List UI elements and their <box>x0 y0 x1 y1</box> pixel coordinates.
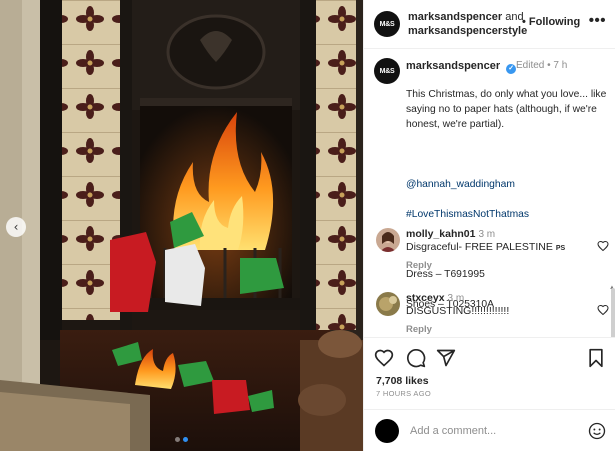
mention-link[interactable]: @hannah_waddingham <box>406 177 615 192</box>
fireplace-image <box>0 0 363 451</box>
like-heart-icon[interactable] <box>374 348 394 368</box>
reply-button[interactable]: Reply <box>406 324 432 335</box>
comment-text-body: Disgraceful- FREE PALESTINE <box>406 241 553 253</box>
likes-count[interactable]: 7,708 likes <box>376 375 429 387</box>
account-name-primary[interactable]: marksandspencer <box>408 11 502 23</box>
current-user-avatar <box>375 419 399 443</box>
carousel-dots <box>0 437 363 442</box>
emoji-icon[interactable] <box>588 422 606 440</box>
chevron-left-icon: ‹ <box>13 220 19 234</box>
more-options-button[interactable]: ••• <box>589 12 606 29</box>
commenter-avatar[interactable] <box>376 292 400 316</box>
post-time[interactable]: 7 HOURS AGO <box>376 389 431 398</box>
avatar-text: M&S <box>379 20 395 28</box>
bookmark-icon[interactable] <box>586 348 606 368</box>
reply-button[interactable]: Reply <box>406 260 432 271</box>
previous-photo-button[interactable]: ‹ <box>6 217 26 237</box>
flag-emoji: PS <box>555 245 566 252</box>
share-icon[interactable] <box>436 348 456 368</box>
account-names: marksandspencer and marksandspencerstyle <box>408 10 528 38</box>
commenter-avatar[interactable] <box>376 228 400 252</box>
comment-time: 3 m <box>478 229 496 240</box>
caption-avatar-text: M&S <box>379 67 395 75</box>
comment-icon[interactable] <box>406 348 426 368</box>
post-photo[interactable]: ‹ <box>0 0 363 451</box>
comment-text: DISGUSTING!!!!!!!!!!!!! <box>406 305 510 317</box>
caption-body: This Christmas, do only what you love...… <box>406 72 615 327</box>
post-header: M&S marksandspencer and marksandspencers… <box>364 0 615 49</box>
comment-time: 3 m <box>447 293 465 304</box>
comment-username[interactable]: molly_kahn01 3 m <box>406 228 495 240</box>
comment-username[interactable]: stxceyx 3 m <box>406 292 464 304</box>
comment-username-text: molly_kahn01 <box>406 228 476 240</box>
account-avatar[interactable]: M&S <box>374 11 400 37</box>
post-panel: M&S marksandspencer and marksandspencers… <box>363 0 615 451</box>
comment-username-text: stxceyx <box>406 292 445 304</box>
comment-like-heart-icon[interactable] <box>597 304 609 316</box>
comments-scroll-area[interactable]: M&S marksandspencer ✓ Edited • 7 h This … <box>364 50 615 337</box>
comment-like-heart-icon[interactable] <box>597 240 609 252</box>
caption-edited-time: Edited • 7 h <box>516 60 568 71</box>
following-button[interactable]: • Following <box>522 16 580 28</box>
scrollbar[interactable] <box>611 288 615 337</box>
caption-username-text: marksandspencer <box>406 60 501 72</box>
hashtag-link[interactable]: #LoveThismasNotThatmas <box>406 207 615 222</box>
caption-text: This Christmas, do only what you love...… <box>406 89 607 130</box>
carousel-dot <box>175 437 180 442</box>
comment-text: Disgraceful- FREE PALESTINE PS <box>406 241 565 253</box>
account-name-secondary[interactable]: marksandspencerstyle <box>408 24 528 38</box>
dress-code: Dress – T691995 <box>406 269 485 280</box>
caption-avatar[interactable]: M&S <box>374 58 400 84</box>
add-comment-input[interactable] <box>410 423 570 439</box>
and-text: and <box>505 11 524 23</box>
add-comment-bar <box>364 409 615 451</box>
carousel-dot-active <box>183 437 188 442</box>
